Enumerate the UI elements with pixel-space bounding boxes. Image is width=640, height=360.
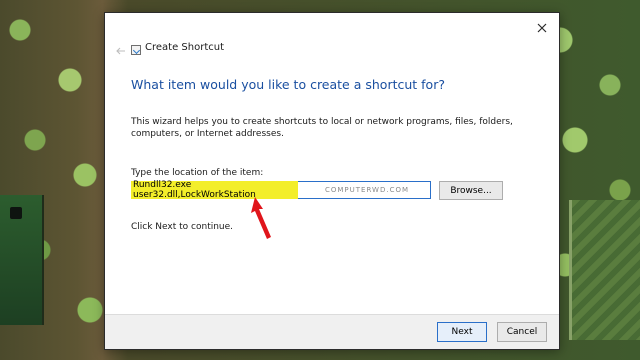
background-crate xyxy=(569,200,640,340)
close-button[interactable] xyxy=(533,19,551,37)
cancel-button[interactable]: Cancel xyxy=(497,322,547,342)
continue-hint: Click Next to continue. xyxy=(131,222,234,232)
location-label: Type the location of the item: xyxy=(131,168,264,178)
next-button[interactable]: Next xyxy=(437,322,487,342)
dialog-footer: Next Cancel xyxy=(105,314,559,349)
shortcut-wizard-icon xyxy=(131,45,141,55)
browse-button[interactable]: Browse... xyxy=(439,181,503,200)
create-shortcut-dialog: Create Shortcut What item would you like… xyxy=(104,12,560,350)
background-tractor xyxy=(0,195,44,325)
wizard-heading: What item would you like to create a sho… xyxy=(131,77,445,92)
red-arrow-icon xyxy=(251,197,271,239)
back-arrow-icon xyxy=(116,47,125,55)
window-title: Create Shortcut xyxy=(145,42,224,53)
close-icon xyxy=(537,23,547,33)
back-button[interactable] xyxy=(113,43,129,59)
wizard-description: This wizard helps you to create shortcut… xyxy=(131,117,513,139)
watermark-text: COMPUTERWD.COM xyxy=(325,186,410,194)
